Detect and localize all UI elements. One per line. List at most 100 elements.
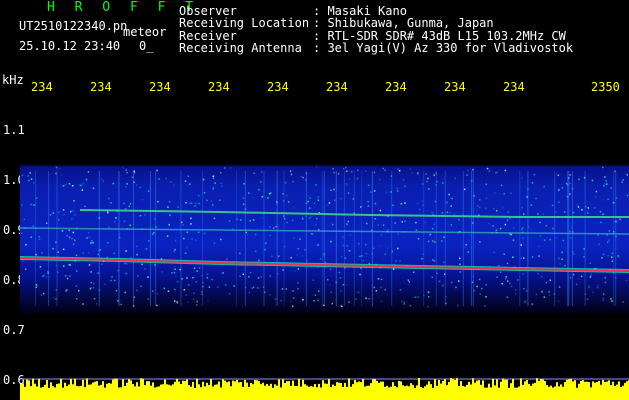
noise-dot bbox=[357, 291, 360, 293]
noise-dot bbox=[333, 199, 336, 201]
noise-dot bbox=[274, 298, 277, 300]
noise-dot bbox=[442, 182, 444, 184]
noise-dot bbox=[587, 207, 590, 209]
noise-dot bbox=[124, 291, 126, 294]
amplitude-bar bbox=[118, 387, 120, 400]
noise-dot bbox=[374, 202, 377, 205]
noise-dot bbox=[611, 300, 613, 302]
amplitude-bar bbox=[50, 382, 52, 400]
noise-dot bbox=[588, 286, 590, 289]
noise-dot bbox=[495, 172, 497, 174]
noise-dot bbox=[115, 290, 118, 292]
noise-dot bbox=[488, 170, 491, 172]
noise-dot bbox=[86, 237, 88, 239]
noise-dot bbox=[401, 300, 403, 303]
noise-dot bbox=[222, 272, 224, 274]
amplitude-bar bbox=[282, 379, 284, 400]
noise-dot bbox=[90, 281, 92, 284]
amplitude-bar bbox=[34, 383, 36, 400]
noise-dot bbox=[499, 227, 502, 230]
noise-dot bbox=[309, 197, 311, 199]
amplitude-bar bbox=[528, 383, 530, 400]
noise-dot bbox=[104, 283, 106, 285]
noise-dot bbox=[214, 182, 216, 184]
amplitude-bar bbox=[616, 384, 618, 400]
amplitude-bar bbox=[582, 380, 584, 400]
amplitude-bar bbox=[232, 380, 234, 400]
noise-dot bbox=[495, 209, 498, 212]
noise-dot bbox=[378, 178, 381, 181]
amplitude-bar bbox=[170, 385, 172, 400]
amplitude-bar bbox=[54, 387, 56, 400]
noise-dot bbox=[126, 263, 128, 265]
noise-dot bbox=[285, 288, 287, 290]
amplitude-bar bbox=[184, 381, 186, 400]
noise-dot bbox=[421, 257, 423, 260]
amplitude-bar bbox=[268, 385, 270, 400]
noise-dot bbox=[608, 239, 610, 241]
time-tick: 234 bbox=[208, 80, 230, 94]
amplitude-bar bbox=[344, 382, 346, 400]
noise-dot bbox=[448, 193, 450, 196]
noise-dot bbox=[87, 251, 90, 254]
noise-dot bbox=[431, 276, 434, 278]
noise-dot bbox=[111, 276, 113, 278]
noise-dot bbox=[257, 277, 260, 279]
amplitude-bar bbox=[114, 378, 116, 400]
noise-dot bbox=[493, 208, 495, 210]
noise-dot bbox=[403, 303, 405, 305]
noise-dot bbox=[174, 300, 176, 302]
noise-dot bbox=[186, 277, 188, 279]
noise-dot bbox=[373, 286, 376, 289]
amplitude-bar bbox=[524, 381, 526, 400]
noise-dot bbox=[193, 276, 196, 278]
noise-dot bbox=[431, 211, 433, 214]
noise-dot bbox=[427, 177, 429, 180]
noise-dot bbox=[346, 184, 349, 187]
noise-dot bbox=[433, 223, 436, 226]
amplitude-bar bbox=[608, 380, 610, 400]
noise-dot bbox=[459, 271, 462, 273]
noise-dot bbox=[311, 233, 314, 235]
noise-dot bbox=[514, 293, 517, 295]
amplitude-bar bbox=[610, 385, 612, 400]
amplitude-bar bbox=[382, 381, 384, 400]
amplitude-bar bbox=[240, 382, 242, 400]
noise-dot bbox=[595, 190, 598, 193]
noise-dot bbox=[520, 244, 522, 246]
amplitude-bar bbox=[532, 383, 534, 400]
noise-dot bbox=[551, 204, 554, 207]
amplitude-bar bbox=[570, 378, 572, 400]
noise-dot bbox=[60, 174, 63, 176]
noise-dot bbox=[125, 272, 128, 275]
noise-dot bbox=[328, 202, 331, 204]
amplitude-bar bbox=[370, 383, 372, 400]
amplitude-bar bbox=[214, 384, 216, 400]
noise-dot bbox=[297, 287, 299, 290]
noise-dot bbox=[324, 261, 327, 264]
amplitude-bar bbox=[592, 381, 594, 400]
noise-dot bbox=[433, 174, 435, 176]
noise-dot bbox=[195, 202, 197, 204]
noise-dot bbox=[206, 277, 209, 279]
amplitude-bar bbox=[394, 386, 396, 400]
noise-dot bbox=[156, 293, 159, 295]
status-indicator: 0_ bbox=[139, 39, 154, 53]
amplitude-bar bbox=[412, 384, 414, 400]
noise-dot bbox=[99, 249, 102, 251]
noise-dot bbox=[443, 236, 445, 238]
noise-dot bbox=[131, 176, 134, 178]
amplitude-bar bbox=[330, 387, 332, 400]
amplitude-bar bbox=[536, 378, 538, 400]
amplitude-bar bbox=[500, 381, 502, 400]
noise-dot bbox=[493, 251, 495, 254]
noise-dot bbox=[292, 290, 294, 292]
noise-dot bbox=[317, 299, 319, 302]
noise-dot bbox=[535, 197, 537, 200]
amplitude-bar bbox=[456, 378, 458, 400]
noise-dot bbox=[604, 176, 606, 178]
noise-dot bbox=[261, 196, 264, 198]
amplitude-bar bbox=[198, 384, 200, 400]
amplitude-bar bbox=[78, 386, 80, 400]
noise-dot bbox=[314, 294, 317, 296]
